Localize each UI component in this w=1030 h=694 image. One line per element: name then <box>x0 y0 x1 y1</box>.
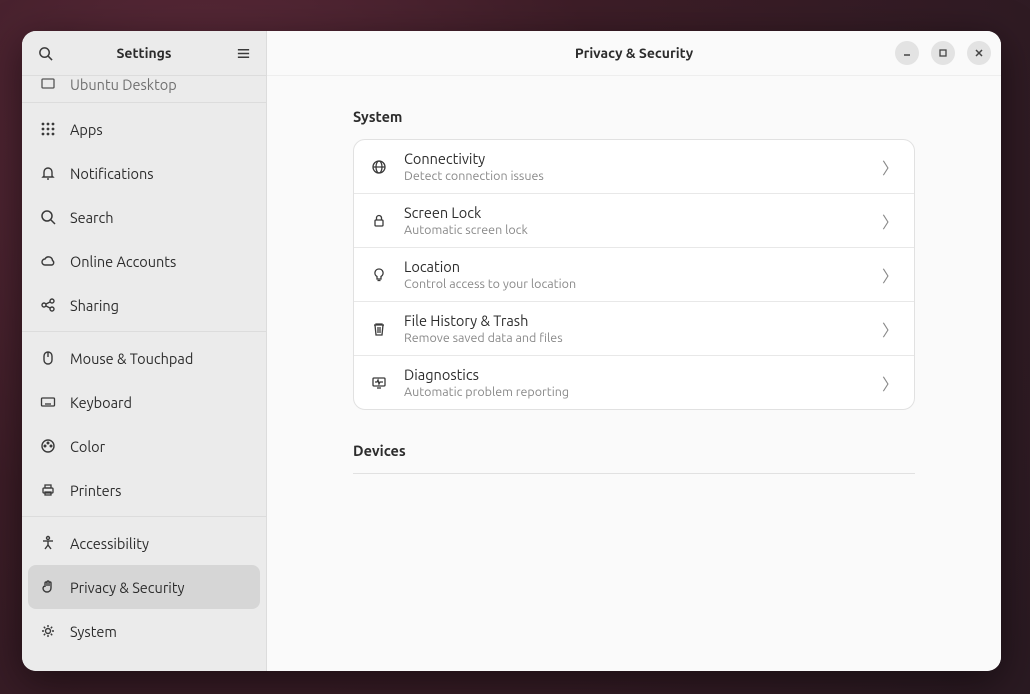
globe-icon <box>370 158 388 176</box>
accessibility-icon <box>40 535 56 551</box>
hand-privacy-icon <box>40 579 56 595</box>
gear-icon <box>40 623 56 639</box>
sidebar-item-accessibility[interactable]: Accessibility <box>22 521 266 565</box>
row-text: Connectivity Detect connection issues <box>404 150 866 183</box>
row-subtitle: Detect connection issues <box>404 169 866 183</box>
sidebar-item-label: Accessibility <box>70 535 149 552</box>
sidebar-item-sharing[interactable]: Sharing <box>22 283 266 327</box>
lock-icon <box>370 212 388 230</box>
main-content: System Connectivity Detect connection is… <box>267 76 1001 671</box>
sidebar-item-keyboard[interactable]: Keyboard <box>22 380 266 424</box>
row-title: Screen Lock <box>404 204 866 221</box>
sidebar-item-privacy-security[interactable]: Privacy & Security <box>28 565 260 609</box>
row-subtitle: Automatic problem reporting <box>404 385 866 399</box>
diagnostics-monitor-icon <box>370 374 388 392</box>
sidebar-separator <box>22 331 266 332</box>
sidebar-item-color[interactable]: Color <box>22 424 266 468</box>
location-bulb-icon <box>370 266 388 284</box>
sidebar-item-printers[interactable]: Printers <box>22 468 266 512</box>
window-controls <box>891 41 991 65</box>
minimize-button[interactable] <box>895 41 919 65</box>
mouse-icon <box>40 350 56 366</box>
bell-icon <box>40 165 56 181</box>
search-button[interactable] <box>30 38 60 68</box>
sidebar-title: Settings <box>68 45 220 61</box>
row-diagnostics[interactable]: Diagnostics Automatic problem reporting … <box>354 356 914 409</box>
row-screen-lock[interactable]: Screen Lock Automatic screen lock 〉 <box>354 194 914 248</box>
sidebar: Settings Ubuntu Desktop <box>22 31 267 671</box>
sidebar-item-label: Online Accounts <box>70 253 176 270</box>
hamburger-icon <box>236 46 251 61</box>
row-text: Location Control access to your location <box>404 258 866 291</box>
row-subtitle: Control access to your location <box>404 277 866 291</box>
row-connectivity[interactable]: Connectivity Detect connection issues 〉 <box>354 140 914 194</box>
chevron-right-icon: 〉 <box>882 371 898 395</box>
row-title: Location <box>404 258 866 275</box>
sidebar-item-search[interactable]: Search <box>22 195 266 239</box>
sidebar-item-label: Sharing <box>70 297 119 314</box>
row-title: Diagnostics <box>404 366 866 383</box>
row-subtitle: Remove saved data and files <box>404 331 866 345</box>
close-icon <box>974 48 984 58</box>
row-text: File History & Trash Remove saved data a… <box>404 312 866 345</box>
row-subtitle: Automatic screen lock <box>404 223 866 237</box>
sidebar-item-label: Keyboard <box>70 394 132 411</box>
sidebar-item-label: Color <box>70 438 105 455</box>
sidebar-item-label: Privacy & Security <box>70 579 185 596</box>
ubuntu-desktop-icon <box>40 76 56 92</box>
keyboard-icon <box>40 394 56 410</box>
section-title-devices: Devices <box>353 442 915 459</box>
sidebar-header: Settings <box>22 31 266 76</box>
search-icon <box>40 209 56 225</box>
section-title-system: System <box>353 108 915 125</box>
main-header: Privacy & Security <box>267 31 1001 76</box>
sidebar-separator <box>22 102 266 103</box>
devices-list-border <box>353 473 915 474</box>
printer-icon <box>40 482 56 498</box>
minimize-icon <box>902 48 912 58</box>
chevron-right-icon: 〉 <box>882 317 898 341</box>
settings-window: Settings Ubuntu Desktop <box>22 31 1001 671</box>
sidebar-item-mouse-touchpad[interactable]: Mouse & Touchpad <box>22 336 266 380</box>
palette-icon <box>40 438 56 454</box>
row-title: File History & Trash <box>404 312 866 329</box>
sidebar-item-online-accounts[interactable]: Online Accounts <box>22 239 266 283</box>
sidebar-item-label: Mouse & Touchpad <box>70 350 193 367</box>
apps-icon <box>40 121 56 137</box>
sidebar-item-label: Search <box>70 209 114 226</box>
sidebar-item-label: Printers <box>70 482 121 499</box>
system-settings-list: Connectivity Detect connection issues 〉 … <box>353 139 915 410</box>
main-panel: Privacy & Security <box>267 31 1001 671</box>
sidebar-item-label: Ubuntu Desktop <box>70 76 177 93</box>
hamburger-menu-button[interactable] <box>228 38 258 68</box>
row-text: Screen Lock Automatic screen lock <box>404 204 866 237</box>
chevron-right-icon: 〉 <box>882 155 898 179</box>
row-title: Connectivity <box>404 150 866 167</box>
close-button[interactable] <box>967 41 991 65</box>
sidebar-item-label: System <box>70 623 117 640</box>
sidebar-item-apps[interactable]: Apps <box>22 107 266 151</box>
chevron-right-icon: 〉 <box>882 263 898 287</box>
row-text: Diagnostics Automatic problem reporting <box>404 366 866 399</box>
sidebar-list: Ubuntu Desktop Apps Notifications Se <box>22 76 266 671</box>
sidebar-item-notifications[interactable]: Notifications <box>22 151 266 195</box>
chevron-right-icon: 〉 <box>882 209 898 233</box>
row-location[interactable]: Location Control access to your location… <box>354 248 914 302</box>
maximize-button[interactable] <box>931 41 955 65</box>
sidebar-item-ubuntu-desktop[interactable]: Ubuntu Desktop <box>22 76 266 98</box>
share-icon <box>40 297 56 313</box>
sidebar-item-label: Apps <box>70 121 103 138</box>
maximize-icon <box>938 48 948 58</box>
cloud-icon <box>40 253 56 269</box>
sidebar-item-label: Notifications <box>70 165 154 182</box>
page-title: Privacy & Security <box>377 45 891 61</box>
trash-icon <box>370 320 388 338</box>
row-file-history-trash[interactable]: File History & Trash Remove saved data a… <box>354 302 914 356</box>
sidebar-separator <box>22 516 266 517</box>
search-icon <box>38 46 53 61</box>
sidebar-item-system[interactable]: System <box>22 609 266 653</box>
